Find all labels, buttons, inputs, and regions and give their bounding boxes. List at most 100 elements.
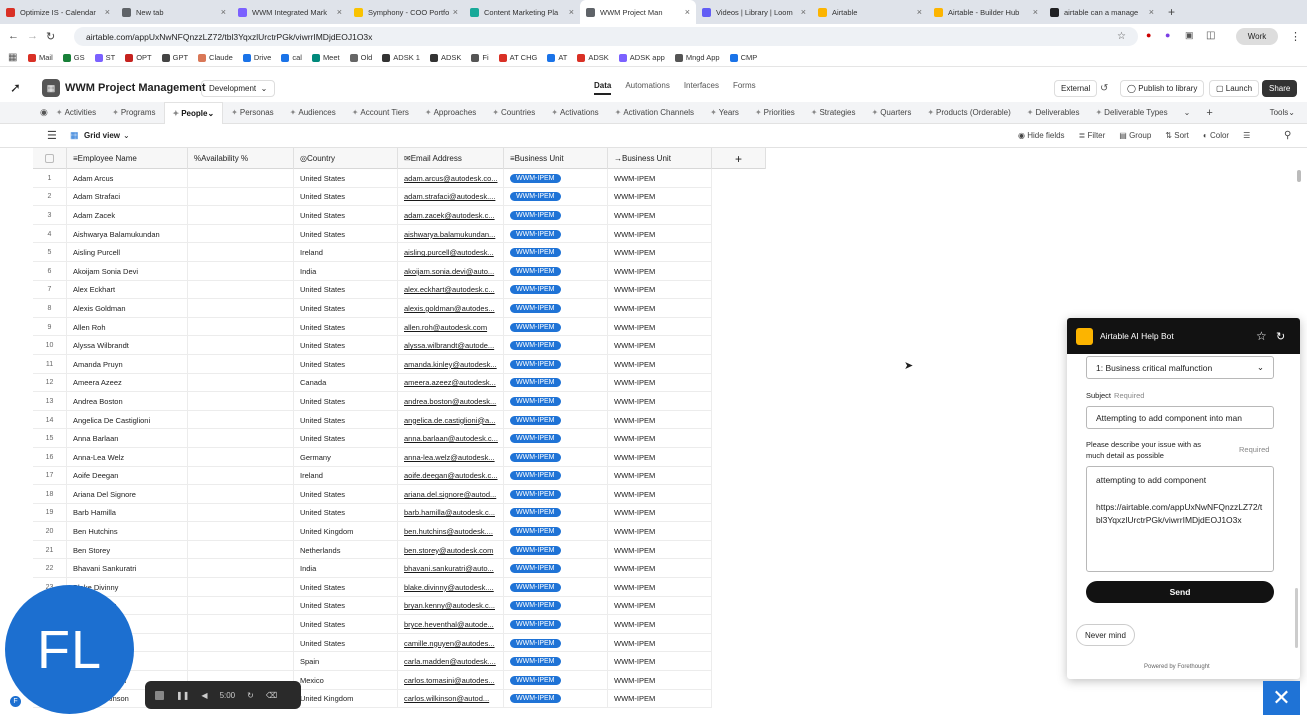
tab-activations[interactable]: ✦ Activations <box>543 102 606 124</box>
table-row[interactable]: 29Carlos WilkinsonUnited Kingdomcarlos.w… <box>33 689 712 709</box>
country-cell[interactable]: India <box>294 261 398 281</box>
tab-activities[interactable]: ✦ Activities <box>48 102 104 124</box>
availability-cell[interactable] <box>188 224 294 244</box>
tab-people[interactable]: ✦ People ⌄ <box>163 101 224 124</box>
column-header[interactable]: ≡ Employee Name <box>67 148 188 169</box>
grid-scrollbar[interactable] <box>1297 170 1301 182</box>
country-cell[interactable]: United States <box>294 615 398 634</box>
star-bookmark-icon[interactable]: ☆ <box>1117 31 1126 42</box>
country-cell[interactable]: United Kingdom <box>294 689 398 709</box>
tab-audiences[interactable]: ✦ Audiences <box>282 102 344 124</box>
nav-interfaces[interactable]: Interfaces <box>684 81 719 95</box>
country-cell[interactable]: United States <box>294 299 398 318</box>
restart-icon[interactable]: ↻ <box>247 691 254 700</box>
business-unit-link-cell[interactable]: WWM-IPEM <box>504 336 608 355</box>
business-unit-link-cell[interactable]: WWM-IPEM <box>504 633 608 653</box>
employee-name-cell[interactable]: Ariana Del Signore <box>67 485 188 504</box>
table-row[interactable]: 6 Akoijam Sonia Devi India akoijam.sonia.de… <box>33 261 712 281</box>
never-mind-button[interactable]: Never mind <box>1076 624 1135 646</box>
availability-cell[interactable] <box>188 317 294 337</box>
email-cell[interactable]: anna.barlaan@autodesk.c... <box>398 429 504 448</box>
business-unit-link-cell[interactable]: WWM-IPEM <box>504 317 608 337</box>
close-icon[interactable]: ✕ <box>1263 681 1300 715</box>
bookmark-item[interactable]: ADSK <box>577 53 609 62</box>
email-cell[interactable]: ben.storey@autodesk.com <box>398 540 504 560</box>
close-tab-icon[interactable]: × <box>105 7 110 17</box>
browser-tab[interactable]: airtable can a manage × <box>1044 0 1160 24</box>
business-unit-lookup-cell[interactable]: WWM-IPEM <box>608 540 712 560</box>
table-row[interactable]: 15 Anna Barlaan United States anna.barlaan@… <box>33 429 712 448</box>
availability-cell[interactable] <box>188 187 294 207</box>
tab-priorities[interactable]: ✦ Priorities <box>747 102 803 124</box>
column-header[interactable]: ≡ Business Unit <box>504 148 608 169</box>
row-number[interactable]: 15 <box>33 429 67 448</box>
camera-avatar[interactable]: FL <box>5 585 134 714</box>
business-unit-link-cell[interactable]: WWM-IPEM <box>504 299 608 318</box>
business-unit-lookup-cell[interactable]: WWM-IPEM <box>608 280 712 300</box>
business-unit-lookup-cell[interactable]: WWM-IPEM <box>608 206 712 225</box>
business-unit-link-cell[interactable]: WWM-IPEM <box>504 206 608 225</box>
business-unit-link-cell[interactable]: WWM-IPEM <box>504 354 608 374</box>
table-row[interactable]: 20 Ben Hutchins United Kingdom ben.hutchins… <box>33 522 712 541</box>
country-cell[interactable]: United States <box>294 336 398 355</box>
employee-name-cell[interactable]: Aoife Deegan <box>67 466 188 486</box>
business-unit-link-cell[interactable]: WWM-IPEM <box>504 169 608 188</box>
country-cell[interactable]: United States <box>294 429 398 448</box>
star-icon[interactable]: ☆ <box>1256 329 1267 343</box>
employee-name-cell[interactable]: Adam Zacek <box>67 206 188 225</box>
employee-name-cell[interactable]: Ben Storey <box>67 540 188 560</box>
launch-button[interactable]: ▢ Launch <box>1209 79 1260 97</box>
country-cell[interactable]: United States <box>294 224 398 244</box>
url-bar[interactable]: airtable.com/appUxNwNFQnzzLZ72/tbl3Yqxzl… <box>74 27 1138 46</box>
row-number[interactable]: 13 <box>33 392 67 411</box>
business-unit-link-cell[interactable]: WWM-IPEM <box>504 540 608 560</box>
browser-tab[interactable]: Videos | Library | Loom × <box>696 0 812 24</box>
availability-cell[interactable] <box>188 540 294 560</box>
business-unit-link-cell[interactable]: WWM-IPEM <box>504 596 608 616</box>
business-unit-lookup-cell[interactable]: WWM-IPEM <box>608 317 712 337</box>
reload-icon[interactable]: ↻ <box>46 30 55 43</box>
bookmark-item[interactable]: CMP <box>729 53 757 62</box>
bookmark-item[interactable]: Old <box>349 53 372 62</box>
employee-name-cell[interactable]: Adam Arcus <box>67 169 188 188</box>
email-cell[interactable]: amanda.kinley@autodesk... <box>398 354 504 374</box>
email-cell[interactable]: carla.madden@autodesk.... <box>398 652 504 672</box>
bookmark-item[interactable]: AT <box>547 53 567 62</box>
stop-icon[interactable] <box>155 690 164 700</box>
table-row[interactable]: 18 Ariana Del Signore United States ariana.… <box>33 485 712 504</box>
table-row[interactable]: 16 Anna-Lea Welz Germany anna-lea.welz@auto… <box>33 447 712 467</box>
business-unit-lookup-cell[interactable]: WWM-IPEM <box>608 503 712 523</box>
select-all-checkbox[interactable] <box>33 148 67 169</box>
employee-name-cell[interactable]: Ameera Azeez <box>67 373 188 393</box>
employee-name-cell[interactable]: Alex Eckhart <box>67 280 188 300</box>
column-header[interactable]: ✉ Email Address <box>398 148 504 169</box>
email-cell[interactable]: ariana.del.signore@autod... <box>398 485 504 504</box>
country-cell[interactable]: Canada <box>294 373 398 393</box>
business-unit-link-cell[interactable]: WWM-IPEM <box>504 447 608 467</box>
help-scrollbar[interactable] <box>1295 588 1298 648</box>
row-number[interactable]: 8 <box>33 299 67 318</box>
email-cell[interactable]: blake.divinny@autodesk.... <box>398 578 504 597</box>
workspace-dropdown[interactable]: Development ⌄ <box>201 79 276 97</box>
bookmark-item[interactable]: ADSK <box>429 53 461 62</box>
row-number[interactable]: 9 <box>33 317 67 337</box>
browser-tab[interactable]: New tab × <box>116 0 232 24</box>
table-row[interactable]: 3 Adam Zacek United States adam.zacek@autod… <box>33 206 712 225</box>
bookmark-item[interactable]: GPT <box>161 53 188 62</box>
employee-name-cell[interactable]: Bhavani Sankuratri <box>67 559 188 579</box>
business-unit-link-cell[interactable]: WWM-IPEM <box>504 243 608 262</box>
email-cell[interactable]: andrea.boston@autodesk... <box>398 392 504 411</box>
view-action-filter[interactable]: ≣ Filter <box>1079 131 1106 140</box>
row-number[interactable]: 2 <box>33 187 67 207</box>
profile-button[interactable]: Work <box>1236 28 1278 45</box>
close-tab-icon[interactable]: × <box>1149 7 1154 17</box>
country-cell[interactable]: United Kingdom <box>294 522 398 541</box>
publish-button[interactable]: ◯ Publish to library <box>1120 79 1205 97</box>
tab-approaches[interactable]: ✦ Approaches <box>417 102 484 124</box>
row-number[interactable]: 20 <box>33 522 67 541</box>
country-cell[interactable]: Ireland <box>294 243 398 262</box>
business-unit-lookup-cell[interactable]: WWM-IPEM <box>608 373 712 393</box>
row-number[interactable]: 21 <box>33 540 67 560</box>
country-cell[interactable]: United States <box>294 354 398 374</box>
bookmark-item[interactable]: ADSK 1 <box>382 53 420 62</box>
